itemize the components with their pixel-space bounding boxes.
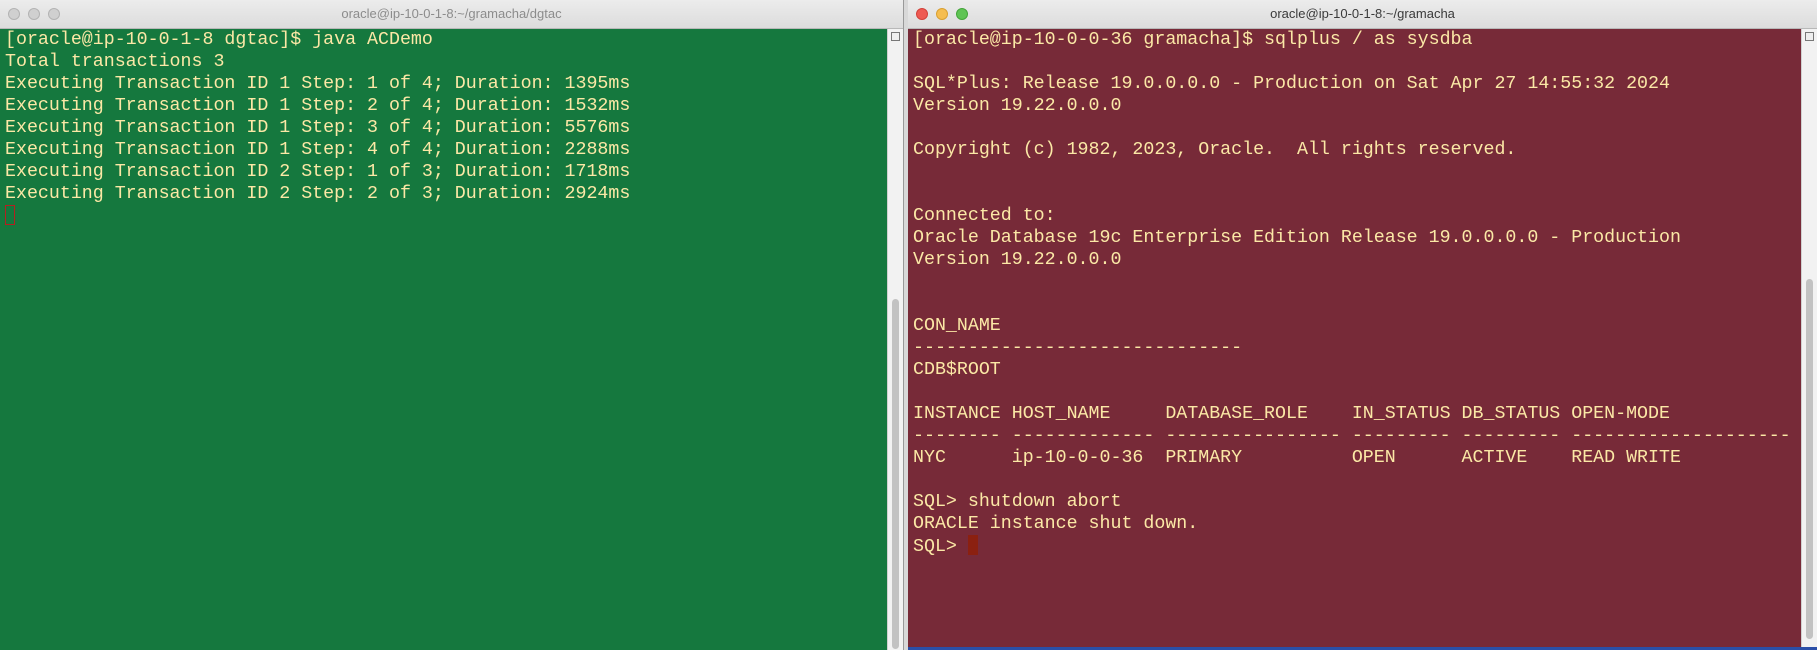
split-pane-icon[interactable] — [1805, 32, 1814, 41]
scrollbar[interactable] — [887, 29, 903, 650]
minimize-button[interactable] — [936, 8, 948, 20]
window-title: oracle@ip-10-0-1-8:~/gramacha — [1270, 6, 1455, 21]
prompt-line: SQL> — [913, 535, 1802, 557]
terminal-line: CDB$ROOT — [913, 360, 1001, 380]
terminal-line: INSTANCE HOST_NAME DATABASE_ROLE IN_STAT… — [913, 404, 1670, 424]
scrollbar-thumb[interactable] — [892, 299, 899, 649]
terminal-line: Executing Transaction ID 2 Step: 1 of 3;… — [5, 162, 631, 182]
scrollbar-thumb[interactable] — [1806, 279, 1813, 639]
terminal-line: Version 19.22.0.0.0 — [913, 96, 1122, 116]
title-bar: oracle@ip-10-0-1-8:~/gramacha — [908, 0, 1817, 29]
terminal-line: ------------------------------ — [913, 338, 1243, 358]
prompt-text: SQL> — [913, 537, 968, 557]
terminal-line: Executing Transaction ID 2 Step: 2 of 3;… — [5, 184, 631, 204]
terminal-line: Total transactions 3 — [5, 52, 225, 72]
terminal-line: SQL*Plus: Release 19.0.0.0.0 - Productio… — [913, 74, 1670, 94]
scrollbar[interactable] — [1801, 29, 1817, 647]
terminal-line: -------- ------------- ---------------- … — [913, 426, 1791, 446]
zoom-button[interactable] — [48, 8, 60, 20]
cursor — [967, 535, 978, 555]
terminal-line: Executing Transaction ID 1 Step: 2 of 4;… — [5, 96, 631, 116]
close-button[interactable] — [916, 8, 928, 20]
close-button[interactable] — [8, 8, 20, 20]
title-bar: oracle@ip-10-0-1-8:~/gramacha/dgtac — [0, 0, 903, 29]
terminal-line: SQL> shutdown abort — [913, 492, 1122, 512]
terminal-line: Version 19.22.0.0.0 — [913, 250, 1122, 270]
terminal-line: [oracle@ip-10-0-1-8 dgtac]$ java ACDemo — [5, 30, 433, 50]
terminal-line: Executing Transaction ID 1 Step: 1 of 4;… — [5, 74, 631, 94]
prompt-line — [5, 205, 888, 227]
split-pane-icon[interactable] — [891, 32, 900, 41]
terminal-line: NYC ip-10-0-0-36 PRIMARY OPEN ACTIVE REA… — [913, 448, 1681, 468]
terminal-line: Copyright (c) 1982, 2023, Oracle. All ri… — [913, 140, 1517, 160]
window-controls — [8, 8, 60, 20]
terminal-line: ORACLE instance shut down. — [913, 514, 1199, 534]
terminal-window-left: oracle@ip-10-0-1-8:~/gramacha/dgtac [ora… — [0, 0, 904, 650]
terminal-line: CON_NAME — [913, 316, 1001, 336]
window-controls — [916, 8, 968, 20]
terminal-line: Executing Transaction ID 1 Step: 3 of 4;… — [5, 118, 631, 138]
window-title: oracle@ip-10-0-1-8:~/gramacha/dgtac — [341, 6, 562, 21]
cursor — [5, 205, 15, 225]
zoom-button[interactable] — [956, 8, 968, 20]
minimize-button[interactable] — [28, 8, 40, 20]
terminal-window-right: oracle@ip-10-0-1-8:~/gramacha [oracle@ip… — [908, 0, 1817, 650]
terminal-line: Oracle Database 19c Enterprise Edition R… — [913, 228, 1681, 248]
terminal-output[interactable]: [oracle@ip-10-0-1-8 dgtac]$ java ACDemo T… — [0, 29, 888, 650]
terminal-line: [oracle@ip-10-0-0-36 gramacha]$ sqlplus … — [913, 30, 1473, 50]
terminal-line: Connected to: — [913, 206, 1056, 226]
terminal-output[interactable]: [oracle@ip-10-0-0-36 gramacha]$ sqlplus … — [908, 29, 1802, 647]
terminal-line: Executing Transaction ID 1 Step: 4 of 4;… — [5, 140, 631, 160]
